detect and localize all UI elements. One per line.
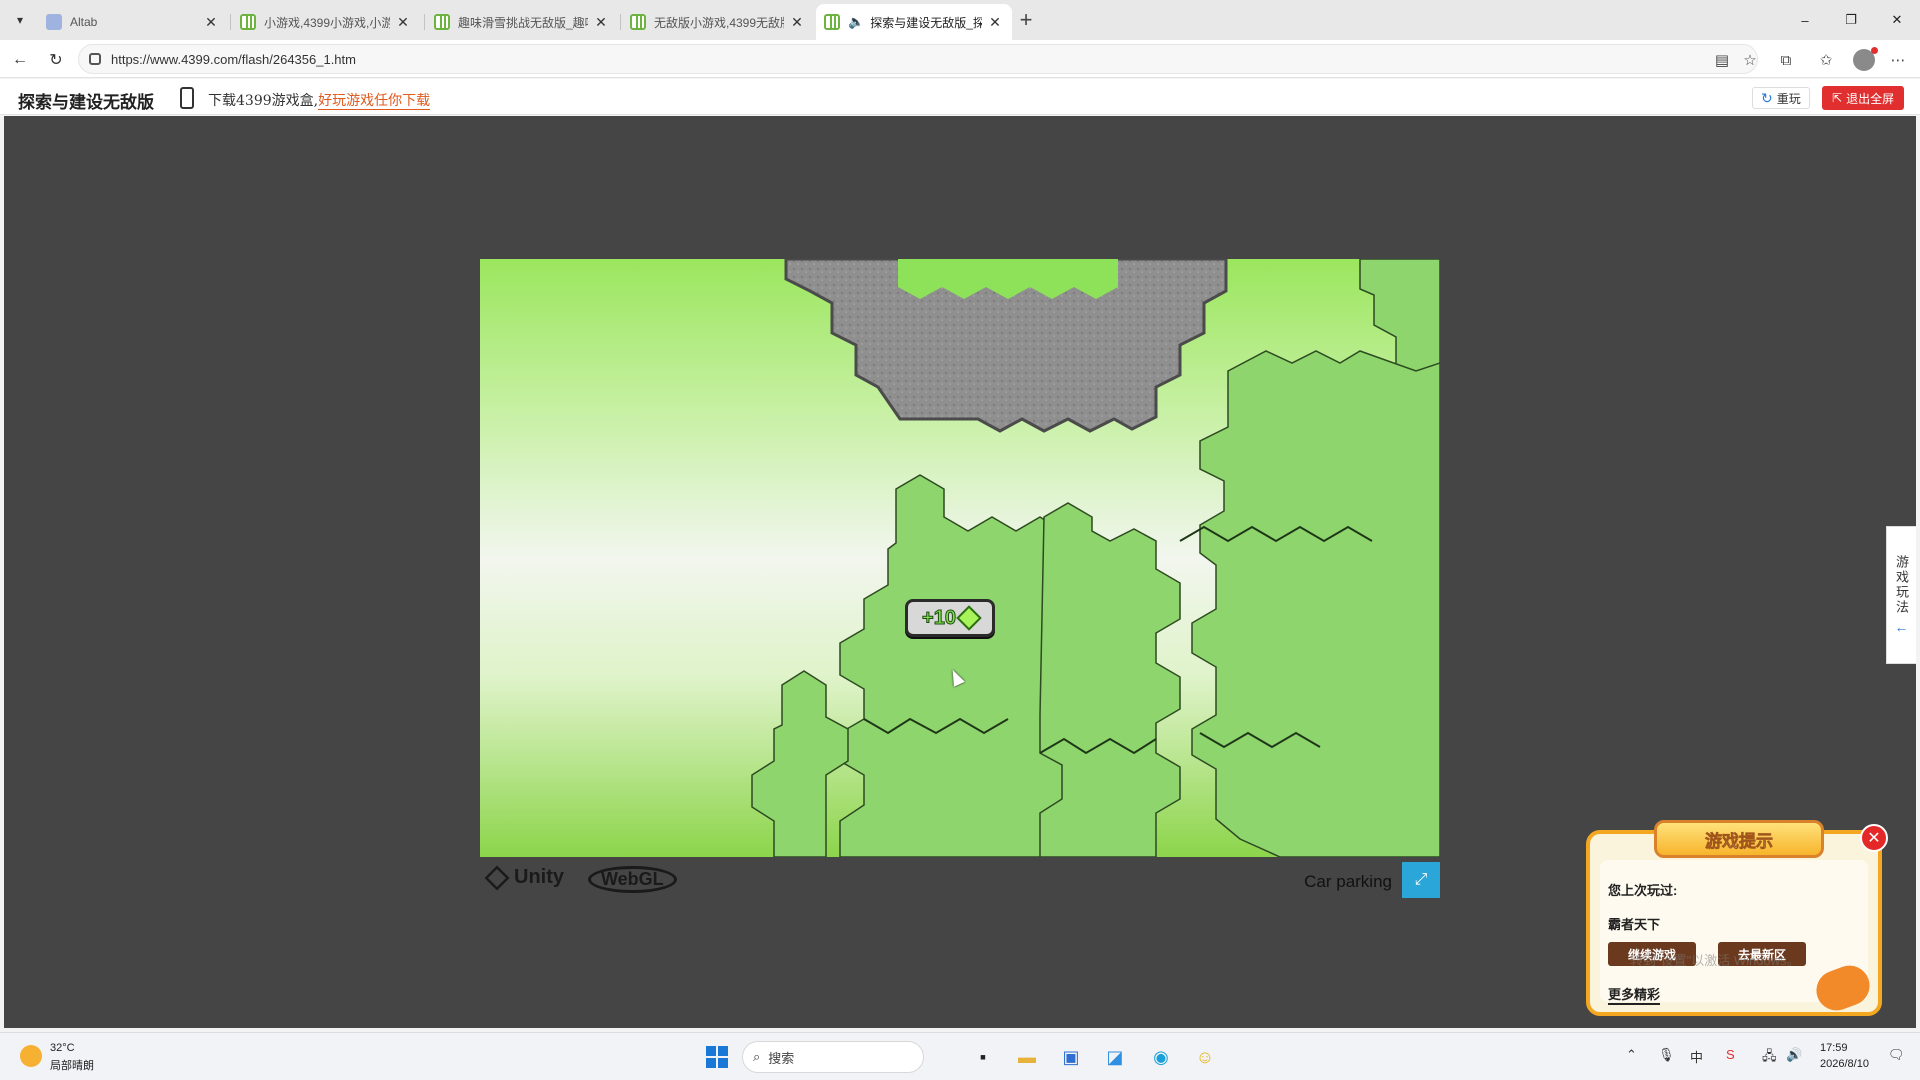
exit-fullscreen-label: 退出全屏 [1846, 91, 1895, 106]
security-app-icon[interactable]: S [1726, 1047, 1735, 1062]
volume-icon[interactable]: 🔊 [1786, 1047, 1802, 1063]
game-box-app-icon[interactable]: ☺ [1190, 1042, 1220, 1072]
app-promo-link[interactable]: 下载4399游戏盒,好玩游戏任你下载 [208, 90, 431, 110]
weather-sun-icon[interactable] [20, 1045, 42, 1067]
tab-label: 趣味滑雪挑战无敌版_趣味滑雪挑 [458, 15, 588, 30]
game-help-side-tab[interactable]: 游戏玩法 ← [1886, 526, 1916, 664]
hex-terrain [751, 259, 1440, 857]
unity-label: Unity [514, 866, 564, 888]
lock-icon [89, 53, 101, 65]
search-icon: ⌕ [753, 1049, 761, 1064]
more-link[interactable]: 更多精彩 [1608, 984, 1661, 1005]
profile-avatar[interactable] [1853, 47, 1878, 71]
favorite-star-icon[interactable]: ☆ [1740, 50, 1760, 70]
start-windows-icon[interactable] [702, 1042, 732, 1072]
close-tab-icon[interactable]: ✕ [394, 13, 412, 31]
exit-fullscreen-button[interactable]: ⇱ 退出全屏 [1822, 86, 1905, 110]
microphone-icon[interactable]: 🎙 [1658, 1047, 1675, 1063]
unity-logo: Unity [484, 865, 564, 890]
refresh-icon: ↻ [1761, 89, 1773, 106]
url-text: https://www.4399.com/flash/264356_1.htm [111, 51, 356, 67]
task-view-icon[interactable]: ▪ [968, 1042, 998, 1072]
weather-description: 局部晴朗 [50, 1060, 94, 1072]
last-played-label: 您上次玩过: [1608, 883, 1678, 898]
tab-4399-games[interactable]: 小游戏,4399小游戏,小游戏大全,双 ✕ [232, 4, 420, 40]
exit-icon: ⇱ [1832, 91, 1843, 105]
4399-favicon-icon [240, 14, 256, 30]
reload-icon[interactable]: ↻ [42, 46, 70, 74]
more-menu-icon[interactable]: ⋯ [1888, 50, 1908, 70]
reward-badge: +10 [905, 599, 995, 637]
side-tab-label: 游戏玩法 [1894, 555, 1909, 615]
clock-time[interactable]: 17:59 [1820, 1042, 1848, 1054]
4399-favicon-icon [824, 14, 840, 30]
clock-date[interactable]: 2026/8/10 [1820, 1058, 1869, 1070]
file-explorer-icon[interactable]: ▬ [1012, 1042, 1042, 1072]
close-tab-icon[interactable]: ✕ [202, 13, 220, 31]
close-tab-icon[interactable]: ✕ [986, 13, 1004, 31]
restore-button[interactable]: ❐ [1828, 0, 1874, 40]
tab-explore-build[interactable]: 🔈 探索与建设无敌版_探索与建设 ✕ [816, 4, 1012, 40]
browser-toolbar: ← ↻ https://www.4399.com/flash/264356_1.… [0, 40, 1920, 78]
product-name: Car parking [1304, 872, 1392, 891]
tab-invincible-games[interactable]: 无敌版小游戏,4399无敌版小游戏, ✕ [622, 4, 814, 40]
4399-favicon-icon [630, 14, 646, 30]
page-header: 探索与建设无敌版 下载4399游戏盒,好玩游戏任你下载 ↻ 重玩 ⇱ 退出全屏 [0, 79, 1920, 115]
input-method-icon[interactable]: 中 [1690, 1047, 1703, 1066]
game-tip-popup: 游戏提示 ✕ 您上次玩过: 霸者天下 继续游戏 去最新区 转到"设置"以激活 W… [1586, 820, 1888, 1017]
tab-ski-challenge[interactable]: 趣味滑雪挑战无敌版_趣味滑雪挑 ✕ [426, 4, 618, 40]
notifications-icon[interactable]: 🗨 [1888, 1047, 1905, 1063]
show-hidden-icons-chevron-icon[interactable]: ⌃ [1626, 1047, 1637, 1063]
tab-label: 无敌版小游戏,4399无敌版小游戏, [654, 15, 784, 30]
weather-temperature: 32°C [50, 1042, 75, 1054]
activation-watermark: 转到"设置"以激活 Windows。 [1630, 953, 1800, 968]
promo-highlight[interactable]: 好玩游戏任你下载 [318, 93, 431, 110]
edge-browser-icon[interactable]: ◉ [1146, 1042, 1176, 1072]
tab-actions-chevron-icon[interactable]: ▾ [8, 8, 32, 32]
browser-tab-bar: ▾ Altab ✕ 小游戏,4399小游戏,小游戏大全,双 ✕ 趣味滑雪挑战无敌… [0, 0, 1920, 40]
windows-taskbar: 32°C 局部晴朗 ⌕ 搜索 ▪ ▬ ▣ ◪ ◉ ☺ ⌃ 🎙 中 S 🖧 🔊 1… [0, 1032, 1920, 1080]
reward-text: +10 [922, 606, 957, 629]
search-placeholder: 搜索 [768, 1050, 795, 1066]
taskbar-search[interactable]: ⌕ 搜索 [742, 1041, 924, 1073]
popup-close-icon[interactable]: ✕ [1860, 824, 1888, 852]
tab-altab[interactable]: Altab ✕ [38, 4, 228, 40]
whiteboard-icon[interactable]: ◪ [1100, 1042, 1130, 1072]
new-tab-button[interactable]: + [1012, 6, 1040, 34]
reader-mode-icon[interactable]: ▤ [1712, 50, 1732, 70]
altab-favicon-icon [46, 14, 62, 30]
webgl-logo: WebGL [588, 866, 677, 893]
popup-title: 游戏提示 [1654, 820, 1824, 858]
gem-icon [956, 605, 982, 631]
speaker-icon[interactable]: 🔈 [848, 14, 864, 30]
tab-label: Altab [70, 15, 98, 29]
game-title: 探索与建设无敌版 [18, 93, 154, 112]
game-canvas[interactable]: +10 [480, 259, 1440, 857]
store-icon[interactable]: ▣ [1056, 1042, 1086, 1072]
replay-button[interactable]: ↻ 重玩 [1752, 87, 1810, 109]
unity-footer: Unity WebGL Car parking ⤢ [480, 862, 1440, 898]
replay-label: 重玩 [1776, 91, 1801, 106]
unity-cube-icon [484, 865, 510, 890]
close-tab-icon[interactable]: ✕ [788, 13, 806, 31]
4399-favicon-icon [434, 14, 450, 30]
last-game-name: 霸者天下 [1608, 917, 1661, 932]
back-arrow-icon[interactable]: ← [6, 46, 34, 74]
address-bar[interactable]: https://www.4399.com/flash/264356_1.htm [78, 44, 1758, 74]
phone-icon [180, 87, 194, 109]
network-icon[interactable]: 🖧 [1762, 1047, 1777, 1069]
close-tab-icon[interactable]: ✕ [592, 13, 610, 31]
fullscreen-expand-icon[interactable]: ⤢ [1402, 862, 1440, 898]
tab-label: 小游戏,4399小游戏,小游戏大全,双 [264, 15, 390, 30]
close-window-button[interactable]: ✕ [1874, 0, 1920, 40]
favorites-bar-icon[interactable]: ✩ [1816, 50, 1836, 70]
arrow-left-icon: ← [1894, 619, 1909, 635]
extensions-icon[interactable]: ⧉ [1776, 50, 1796, 70]
promo-text: 下载4399游戏盒, [208, 93, 319, 109]
minimize-button[interactable]: – [1782, 0, 1828, 40]
tab-label: 探索与建设无敌版_探索与建设 [870, 15, 982, 30]
